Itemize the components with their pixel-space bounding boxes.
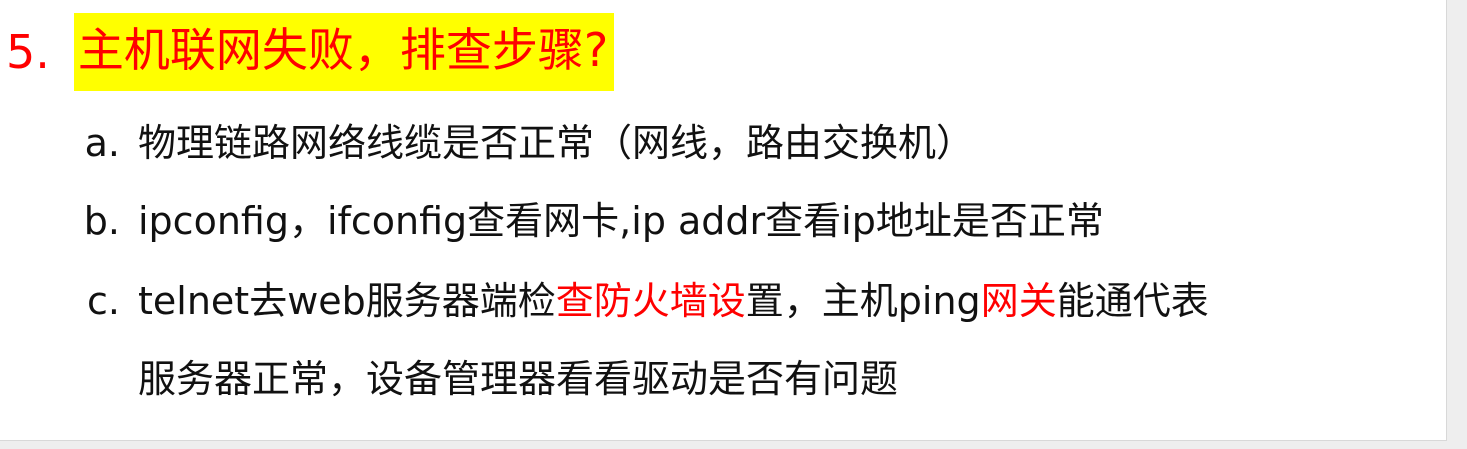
list-text-c-highlight-gateway: 网关 — [980, 279, 1057, 323]
list-text-c-part-1: telnet去web服务器端检 — [138, 279, 556, 323]
list-marker-b: b. — [83, 199, 120, 243]
list-text-c-highlight-firewall: 查防火墙设 — [555, 279, 746, 323]
heading-number: 5. — [6, 25, 50, 79]
slide: 5. 主机联网失败，排查步骤? a. 物理链路网络线缆是否正常（网线，路由交换机… — [0, 0, 1447, 441]
list-text-c-continuation: 服务器正常，设备管理器看看驱动是否有问题 — [138, 357, 899, 401]
heading-title: 主机联网失败，排查步骤? — [73, 13, 615, 91]
list-marker-c: c. — [87, 279, 120, 323]
list-text-c-part-3: 能通代表 — [1056, 279, 1209, 323]
list-text-b: ipconfig，ifconfig查看网卡,ip addr查看ip地址是否正常 — [138, 199, 1104, 243]
list-text-a: 物理链路网络线缆是否正常（网线，路由交换机） — [138, 121, 975, 165]
list-text-c-part-2: 置，主机ping — [745, 279, 981, 323]
slide-heading: 5. 主机联网失败，排查步骤? — [6, 6, 615, 98]
list-marker-a: a. — [84, 121, 120, 165]
list-text-c: telnet去web服务器端检查防火墙设置，主机ping网关能通代表 — [138, 282, 1209, 320]
